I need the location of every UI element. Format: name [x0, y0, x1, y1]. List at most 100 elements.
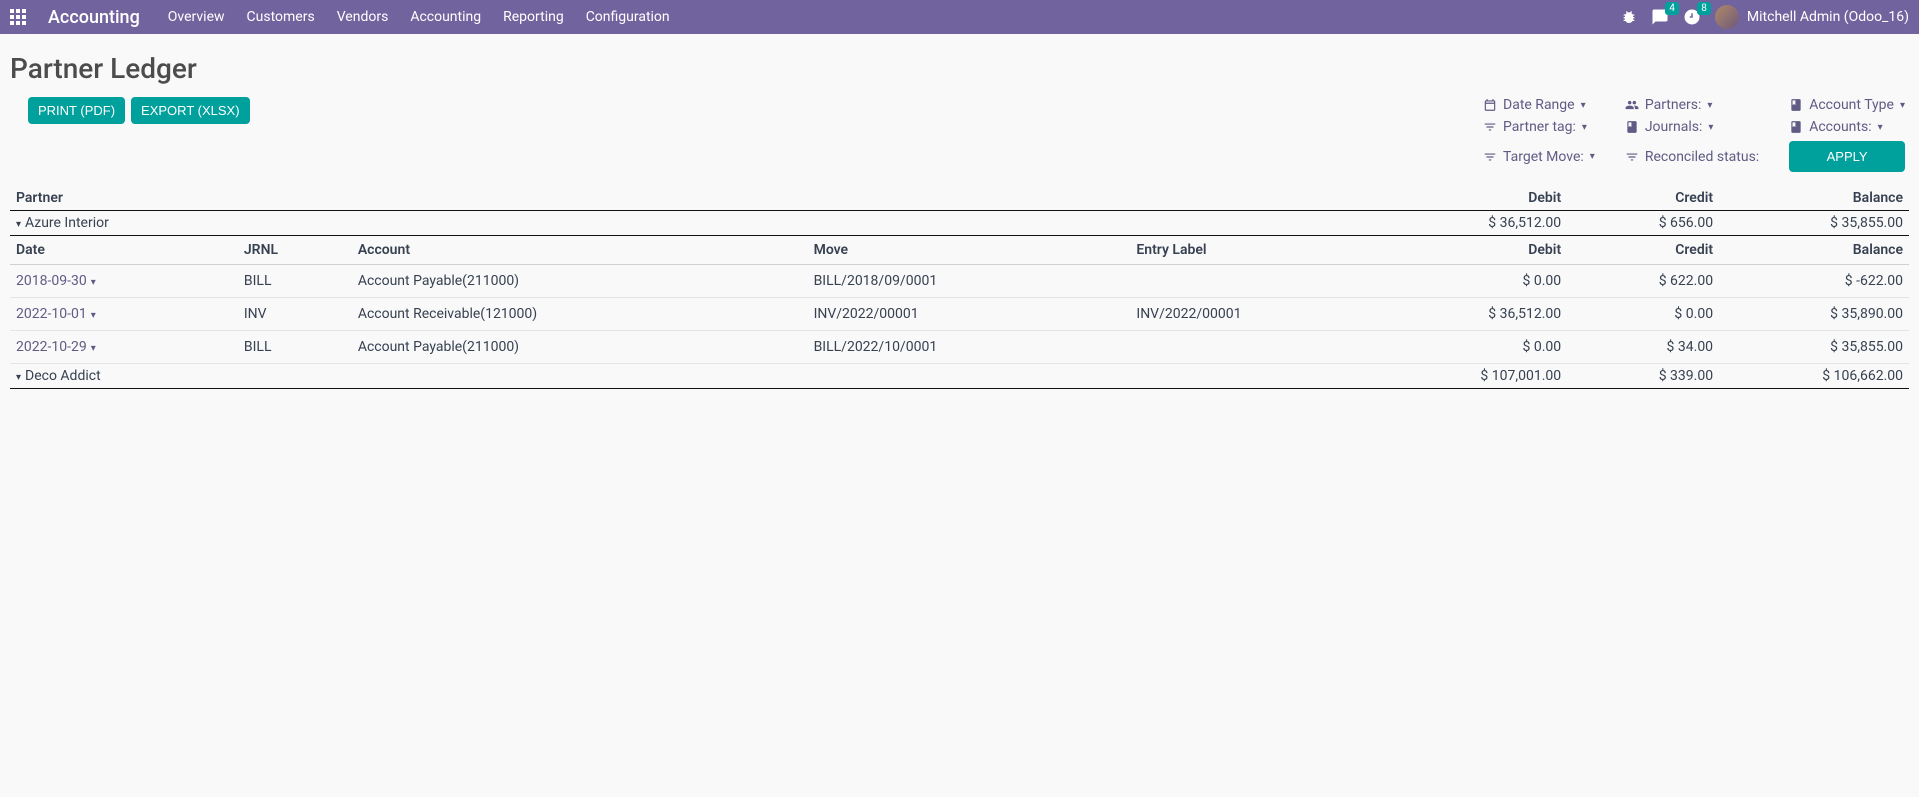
col-debit: Debit	[1130, 186, 1567, 211]
print-pdf-button[interactable]: PRINT (PDF)	[28, 97, 125, 124]
caret-down-icon[interactable]: ▾	[91, 277, 96, 288]
users-icon	[1625, 98, 1639, 112]
col-debit: Debit	[1396, 236, 1567, 265]
cell-entry-label	[1130, 265, 1396, 298]
filter-account-type[interactable]: Account Type▾	[1789, 97, 1905, 113]
book-icon	[1789, 120, 1803, 134]
partner-credit: $ 656.00	[1567, 211, 1719, 236]
book-icon	[1625, 120, 1639, 134]
nav-vendors[interactable]: Vendors	[337, 9, 389, 25]
cell-move: BILL/2022/10/0001	[808, 331, 1131, 364]
caret-down-icon: ▾	[1708, 122, 1713, 133]
partner-name: Azure Interior	[25, 215, 109, 231]
user-menu[interactable]: Mitchell Admin (Odoo_16)	[1715, 5, 1909, 29]
filter-reconciled[interactable]: Reconciled status:	[1625, 149, 1759, 165]
col-account: Account	[352, 236, 808, 265]
cell-account: Account Receivable(121000)	[352, 298, 808, 331]
nav-customers[interactable]: Customers	[247, 9, 315, 25]
partner-row[interactable]: ▾ Deco Addict $ 107,001.00 $ 339.00 $ 106…	[10, 364, 1909, 389]
col-balance: Balance	[1719, 236, 1909, 265]
cell-debit: $ 0.00	[1396, 331, 1567, 364]
filter-accounts[interactable]: Accounts:▾	[1789, 119, 1905, 135]
cell-move: BILL/2018/09/0001	[808, 265, 1131, 298]
date-link[interactable]: 2018-09-30	[16, 273, 87, 289]
cell-credit: $ 622.00	[1567, 265, 1719, 298]
cell-balance: $ 35,855.00	[1719, 331, 1909, 364]
filter-partners[interactable]: Partners:▾	[1625, 97, 1759, 113]
partner-row[interactable]: ▾ Azure Interior $ 36,512.00 $ 656.00 $ 3…	[10, 211, 1909, 236]
filter-panel: Date Range▾ Partners:▾ Account Type▾ Par…	[1483, 97, 1905, 172]
cell-account: Account Payable(211000)	[352, 331, 808, 364]
col-balance: Balance	[1719, 186, 1909, 211]
filter-partner-tag[interactable]: Partner tag:▾	[1483, 119, 1595, 135]
detail-row: 2018-09-30 ▾ BILL Account Payable(211000)…	[10, 265, 1909, 298]
book-icon	[1789, 98, 1803, 112]
filter-icon	[1625, 150, 1639, 164]
cell-jrnl: INV	[238, 298, 352, 331]
caret-down-icon[interactable]: ▾	[91, 343, 96, 354]
user-name: Mitchell Admin (Odoo_16)	[1747, 9, 1909, 25]
filter-date-range[interactable]: Date Range▾	[1483, 97, 1595, 113]
col-date: Date	[10, 236, 238, 265]
cell-move: INV/2022/00001	[808, 298, 1131, 331]
nav-menu: Overview Customers Vendors Accounting Re…	[168, 9, 670, 25]
detail-row: 2022-10-29 ▾ BILL Account Payable(211000)…	[10, 331, 1909, 364]
cell-credit: $ 34.00	[1567, 331, 1719, 364]
col-entry-label: Entry Label	[1130, 236, 1396, 265]
caret-down-icon: ▾	[16, 372, 21, 383]
filter-journals[interactable]: Journals:▾	[1625, 119, 1759, 135]
nav-reporting[interactable]: Reporting	[503, 9, 564, 25]
activities-badge: 8	[1697, 2, 1711, 15]
cell-balance: $ -622.00	[1719, 265, 1909, 298]
caret-down-icon[interactable]: ▾	[91, 310, 96, 321]
cell-jrnl: BILL	[238, 331, 352, 364]
messages-badge: 4	[1665, 2, 1679, 15]
filter-target-move[interactable]: Target Move:▾	[1483, 149, 1595, 165]
nav-accounting[interactable]: Accounting	[410, 9, 481, 25]
caret-down-icon: ▾	[1707, 100, 1712, 111]
apps-icon[interactable]	[10, 9, 26, 25]
date-link[interactable]: 2022-10-29	[16, 339, 87, 355]
cell-balance: $ 35,890.00	[1719, 298, 1909, 331]
cell-debit: $ 0.00	[1396, 265, 1567, 298]
cell-entry-label: INV/2022/00001	[1130, 298, 1396, 331]
partner-debit: $ 107,001.00	[1130, 364, 1567, 389]
avatar	[1715, 5, 1739, 29]
caret-down-icon: ▾	[1590, 151, 1595, 162]
col-partner: Partner	[10, 186, 1130, 211]
col-credit: Credit	[1567, 236, 1719, 265]
debug-icon[interactable]	[1621, 9, 1637, 25]
cell-jrnl: BILL	[238, 265, 352, 298]
caret-down-icon: ▾	[1878, 122, 1883, 133]
filter-icon	[1483, 120, 1497, 134]
date-link[interactable]: 2022-10-01	[16, 306, 87, 322]
caret-down-icon: ▾	[16, 219, 21, 230]
messages-icon[interactable]: 4	[1651, 8, 1669, 26]
col-credit: Credit	[1567, 186, 1719, 211]
col-move: Move	[808, 236, 1131, 265]
cell-entry-label	[1130, 331, 1396, 364]
top-navbar: Accounting Overview Customers Vendors Ac…	[0, 0, 1919, 34]
caret-down-icon: ▾	[1582, 122, 1587, 133]
page-title: Partner Ledger	[10, 52, 1909, 85]
caret-down-icon: ▾	[1900, 100, 1905, 111]
cell-credit: $ 0.00	[1567, 298, 1719, 331]
detail-row: 2022-10-01 ▾ INV Account Receivable(12100…	[10, 298, 1909, 331]
caret-down-icon: ▾	[1581, 100, 1586, 111]
apply-button[interactable]: APPLY	[1789, 141, 1905, 172]
activities-icon[interactable]: 8	[1683, 8, 1701, 26]
col-jrnl: JRNL	[238, 236, 352, 265]
partner-balance: $ 106,662.00	[1719, 364, 1909, 389]
ledger-table: Partner Debit Credit Balance ▾ Azure Inte…	[10, 186, 1909, 389]
app-brand[interactable]: Accounting	[48, 7, 140, 28]
calendar-icon	[1483, 98, 1497, 112]
partner-balance: $ 35,855.00	[1719, 211, 1909, 236]
cell-debit: $ 36,512.00	[1396, 298, 1567, 331]
cell-account: Account Payable(211000)	[352, 265, 808, 298]
partner-credit: $ 339.00	[1567, 364, 1719, 389]
partner-debit: $ 36,512.00	[1130, 211, 1567, 236]
export-xlsx-button[interactable]: EXPORT (XLSX)	[131, 97, 250, 124]
partner-name: Deco Addict	[25, 368, 101, 384]
nav-overview[interactable]: Overview	[168, 9, 225, 25]
nav-configuration[interactable]: Configuration	[586, 9, 670, 25]
